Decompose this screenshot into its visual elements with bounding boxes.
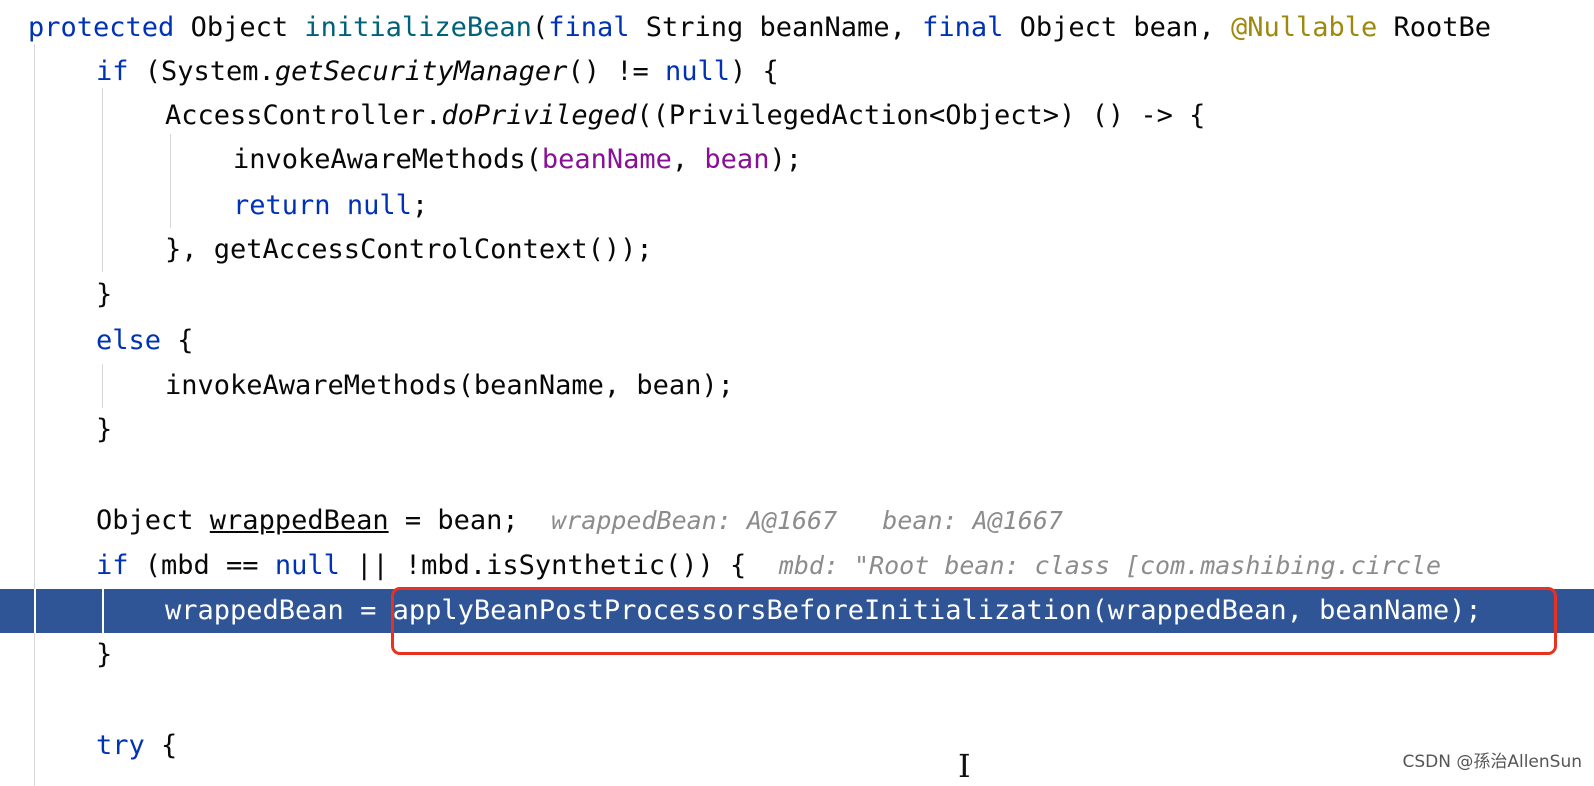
code-text: } [96,414,113,445]
code-text: invokeAwareMethods(beanName, bean); [165,370,734,401]
code-text: = bean; [388,505,519,536]
code-text: AccessController. [165,100,442,131]
code-text: { [161,325,194,356]
code-text: () != [567,56,665,87]
code-text: } [96,639,113,670]
code-editor[interactable]: protected Object initializeBean(final St… [0,0,1594,786]
code-line-1[interactable]: protected Object initializeBean(final St… [0,6,1594,50]
code-text: }, getAccessControlContext()); [165,234,653,265]
keyword: null [664,56,731,87]
parameter: bean [704,144,770,175]
code-line-9[interactable]: invokeAwareMethods(beanName, bean); [0,364,1594,408]
code-text: invokeAwareMethods( [233,144,542,175]
keyword: else [96,325,162,356]
code-text: { [144,730,178,761]
code-text: , [671,144,705,175]
code-line-17[interactable]: try { [0,724,1594,768]
text-cursor-icon: I [958,747,971,785]
keyword: if [96,550,129,581]
code-text: ; [411,190,429,221]
code-line-7[interactable]: } [0,273,1594,317]
keyword: if [96,56,129,87]
indent-guide [102,589,104,633]
code-text: (mbd == [128,550,275,581]
method-name: initializeBean [304,12,532,43]
code-text: wrappedBean = [165,595,393,626]
code-text: ); [769,144,802,175]
code-line-13[interactable]: if (mbd == null || !mbd.isSynthetic()) {… [0,544,1594,588]
keyword: null [346,190,412,221]
keyword: final [922,12,1004,43]
code-line-3[interactable]: AccessController.doPrivileged((Privilege… [0,94,1594,138]
keyword: try [96,730,145,761]
keyword: return [233,190,331,221]
code-text: (System. [128,56,275,87]
keyword: final [548,12,630,43]
debugger-inline-value: mbd: "Root bean: class [com.mashibing.ci… [778,551,1442,580]
watermark: CSDN @孫治AllenSun [1402,752,1582,772]
code-line-5[interactable]: return null; [0,184,1594,228]
code-text: } [96,279,113,310]
code-line-12[interactable]: Object wrappedBean = bean; wrappedBean: … [0,499,1594,543]
code-text: || !mbd.isSynthetic()) { [339,550,747,581]
code-text: Object [174,12,305,43]
code-text: RootBe [1377,12,1492,43]
static-method-call: doPrivileged [441,100,637,131]
keyword: protected [28,12,175,43]
code-line-4[interactable]: invokeAwareMethods(beanName, bean); [0,138,1594,182]
code-text: ) { [730,56,779,87]
code-text: ((PrivilegedAction<Object>) () -> { [636,100,1206,131]
code-line-8[interactable]: else { [0,319,1594,363]
static-method-call: getSecurityManager [274,56,568,87]
code-line-2[interactable]: if (System.getSecurityManager() != null)… [0,50,1594,94]
code-text: Object [96,505,210,536]
local-variable: wrappedBean [209,505,389,536]
code-text: String beanName, [629,12,923,43]
debugger-inline-value: wrappedBean: A@1667 bean: A@1667 [551,506,1063,535]
indent-guide [34,589,36,633]
parameter: beanName [541,144,672,175]
keyword: null [274,550,340,581]
annotation: @Nullable [1230,12,1378,43]
code-line-10[interactable]: } [0,408,1594,452]
code-text: ( [531,12,549,43]
code-text: Object bean, [1003,12,1231,43]
code-line-6[interactable]: }, getAccessControlContext()); [0,228,1594,272]
red-highlight-box [391,587,1557,655]
